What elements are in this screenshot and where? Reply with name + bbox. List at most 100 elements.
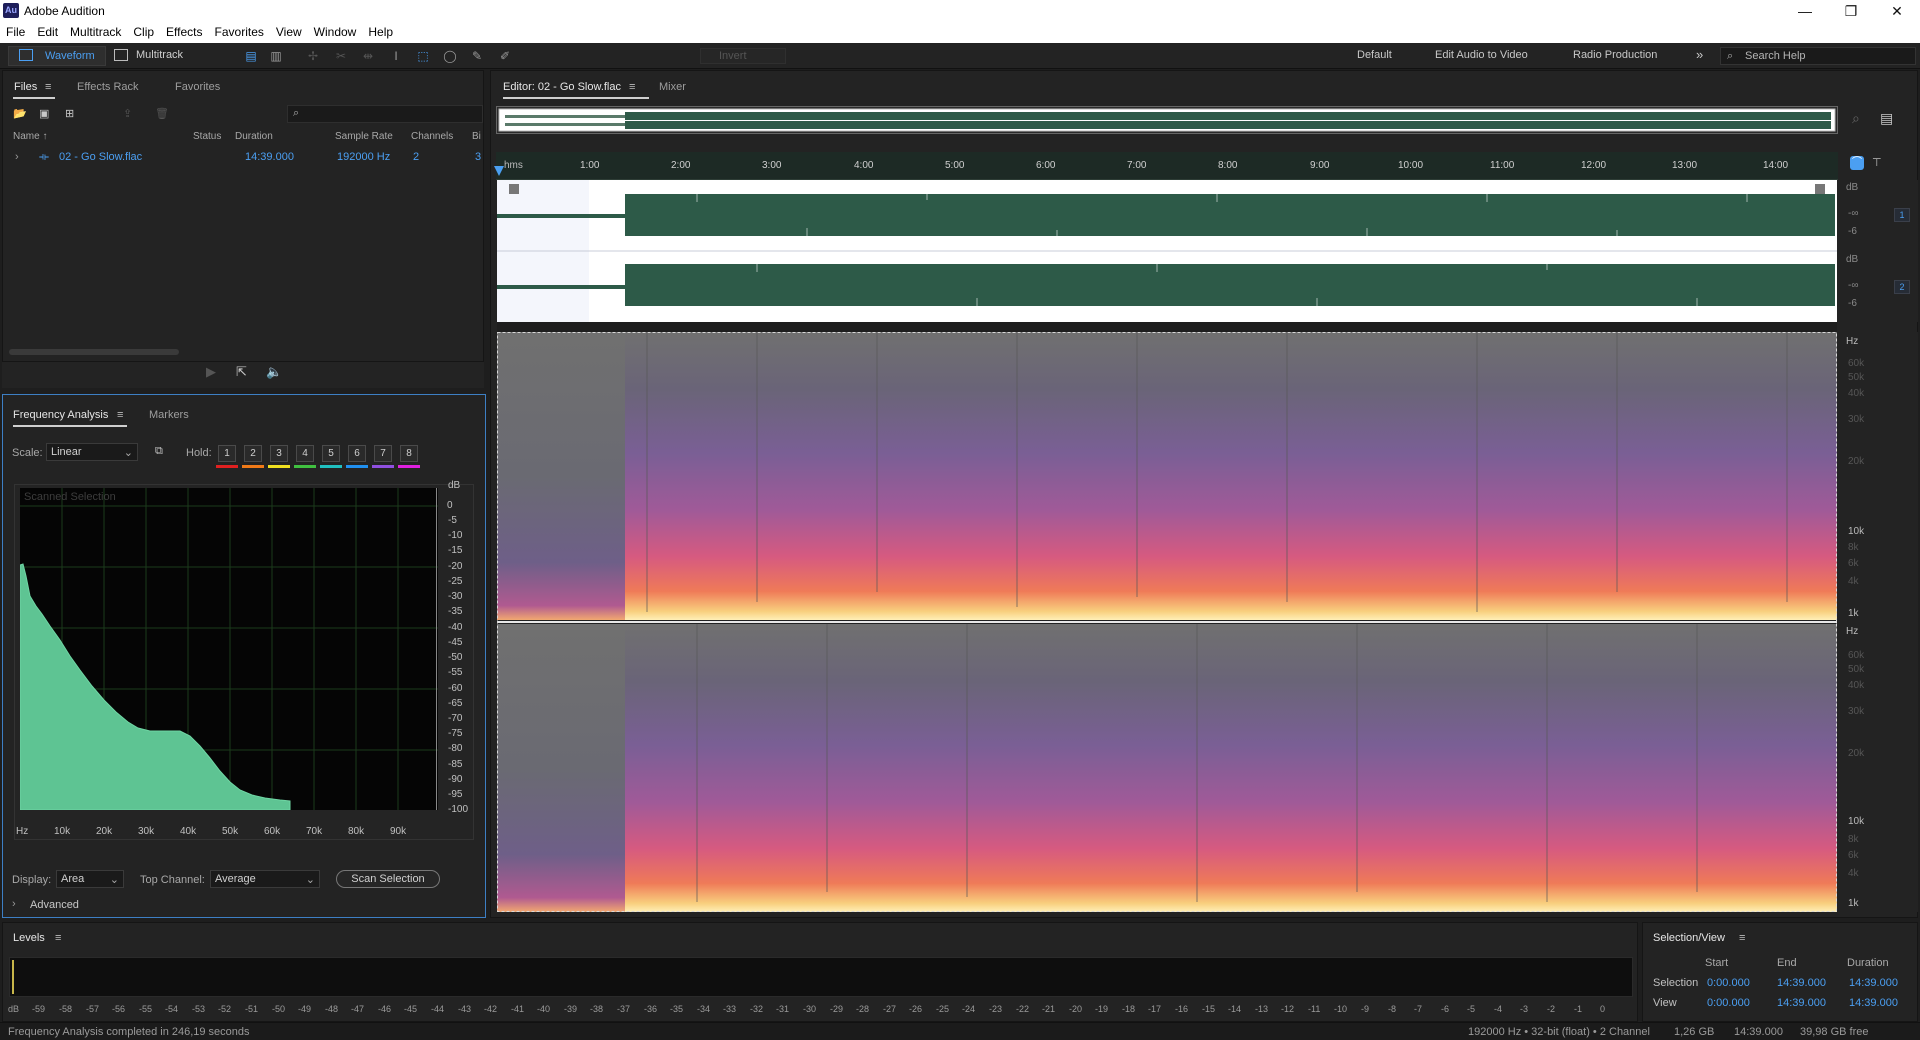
- minimize-button[interactable]: —: [1782, 0, 1828, 22]
- fade-in-handle[interactable]: [509, 184, 519, 194]
- hold-button-7[interactable]: 7: [374, 445, 392, 462]
- brush-tool-icon[interactable]: ✎: [469, 48, 485, 64]
- display-select[interactable]: Area ⌄: [56, 870, 124, 888]
- hold-color-8: [398, 465, 420, 468]
- files-panel-menu-icon[interactable]: ≡: [45, 81, 51, 93]
- delete-icon[interactable]: 🗑: [155, 107, 169, 120]
- selection-view-menu-icon[interactable]: ≡: [1739, 932, 1745, 944]
- column-channels[interactable]: Channels: [411, 131, 453, 142]
- tab-mixer[interactable]: Mixer: [659, 81, 686, 93]
- hold-button-2[interactable]: 2: [244, 445, 262, 462]
- menu-clip[interactable]: Clip: [127, 22, 160, 39]
- editor-panel-menu-icon[interactable]: ≡: [629, 81, 635, 93]
- workspace-edit-audio-to-video[interactable]: Edit Audio to Video: [1435, 49, 1528, 61]
- menu-favorites[interactable]: Favorites: [209, 22, 270, 39]
- level-tick: -5: [1467, 1004, 1476, 1014]
- selection-duration[interactable]: 14:39.000: [1849, 977, 1898, 989]
- more-workspaces-button[interactable]: »: [1696, 47, 1703, 62]
- column-name[interactable]: Name ↑: [13, 131, 47, 142]
- level-tick: 0: [1600, 1004, 1606, 1014]
- view-start[interactable]: 0:00.000: [1707, 997, 1750, 1009]
- tab-files[interactable]: Files: [14, 81, 37, 93]
- import-file-icon[interactable]: ▣: [39, 107, 49, 120]
- scan-selection-button[interactable]: Scan Selection: [336, 870, 440, 888]
- export-icon[interactable]: ⇱: [236, 364, 247, 380]
- snap-icon[interactable]: ⌒: [1850, 156, 1864, 170]
- slip-tool-icon[interactable]: ⇹: [360, 48, 376, 64]
- tab-favorites[interactable]: Favorites: [175, 81, 220, 93]
- advanced-options-icon[interactable]: ⧉: [155, 445, 163, 458]
- menu-file[interactable]: File: [0, 22, 31, 39]
- chevron-right-icon[interactable]: ›: [12, 898, 16, 910]
- workspace-default[interactable]: Default: [1357, 49, 1392, 61]
- column-status[interactable]: Status: [193, 131, 221, 142]
- hz-label: 50k: [1848, 664, 1865, 675]
- waveform-view-button[interactable]: Waveform: [8, 46, 106, 66]
- table-row[interactable]: › ⟛ 02 - Go Slow.flac 14:39.000 192000 H…: [3, 151, 483, 165]
- spectral-display-icon[interactable]: ▤: [243, 48, 259, 64]
- view-duration[interactable]: 14:39.000: [1849, 997, 1898, 1009]
- menu-effects[interactable]: Effects: [160, 22, 208, 39]
- waveform-divider[interactable]: [497, 322, 1837, 332]
- tab-frequency-analysis[interactable]: Frequency Analysis: [13, 409, 108, 421]
- search-help-input[interactable]: ⌕ Search Help: [1720, 47, 1916, 65]
- speaker-icon[interactable]: 🔈: [266, 364, 282, 380]
- files-search-input[interactable]: ⌕: [287, 105, 483, 123]
- marker-pin-icon[interactable]: ⊤: [1872, 156, 1882, 169]
- menu-multitrack[interactable]: Multitrack: [64, 22, 127, 39]
- column-bits[interactable]: Bi: [472, 131, 481, 142]
- frequency-panel-menu-icon[interactable]: ≡: [117, 409, 123, 421]
- hold-button-5[interactable]: 5: [322, 445, 340, 462]
- tab-markers[interactable]: Markers: [149, 409, 189, 421]
- close-button[interactable]: ✕: [1874, 0, 1920, 22]
- menu-edit[interactable]: Edit: [31, 22, 64, 39]
- tab-editor[interactable]: Editor: 02 - Go Slow.flac: [503, 81, 621, 93]
- spectral-toggle-icon[interactable]: ▤: [1880, 110, 1893, 127]
- level-tick: -24: [962, 1004, 976, 1014]
- open-file-icon[interactable]: 📂: [13, 107, 27, 120]
- levels-panel-menu-icon[interactable]: ≡: [55, 932, 61, 944]
- hold-button-1[interactable]: 1: [218, 445, 236, 462]
- new-file-icon[interactable]: ⊞: [65, 107, 74, 120]
- spot-healing-tool-icon[interactable]: ✐: [497, 48, 513, 64]
- tab-effects-rack[interactable]: Effects Rack: [77, 81, 139, 93]
- time-ruler[interactable]: [496, 152, 1838, 180]
- level-tick: -53: [192, 1004, 206, 1014]
- marquee-tool-icon[interactable]: ⬚: [415, 48, 431, 64]
- move-tool-icon[interactable]: ✢: [305, 48, 321, 64]
- multitrack-view-button[interactable]: Multitrack: [108, 46, 196, 66]
- hold-button-8[interactable]: 8: [400, 445, 418, 462]
- time-selection-tool-icon[interactable]: I: [388, 48, 404, 64]
- selection-start[interactable]: 0:00.000: [1707, 977, 1750, 989]
- lasso-tool-icon[interactable]: ◯: [442, 48, 458, 64]
- zoom-icon[interactable]: ⌕: [1852, 110, 1860, 127]
- scale-select[interactable]: Linear ⌄: [46, 443, 138, 461]
- channel-1-badge[interactable]: 1: [1894, 208, 1910, 222]
- fade-out-handle[interactable]: [1815, 184, 1825, 194]
- top-channel-select[interactable]: Average ⌄: [210, 870, 320, 888]
- advanced-toggle[interactable]: Advanced: [30, 899, 79, 911]
- pitch-display-icon[interactable]: ▥: [268, 48, 284, 64]
- column-sample-rate[interactable]: Sample Rate: [335, 131, 393, 142]
- column-duration[interactable]: Duration: [235, 131, 273, 142]
- maximize-button[interactable]: ❐: [1828, 0, 1874, 22]
- hold-button-3[interactable]: 3: [270, 445, 288, 462]
- selection-end[interactable]: 14:39.000: [1777, 977, 1826, 989]
- razor-tool-icon[interactable]: ✂: [333, 48, 349, 64]
- hold-button-4[interactable]: 4: [296, 445, 314, 462]
- overview-navigator[interactable]: [496, 106, 1838, 134]
- horizontal-scrollbar[interactable]: [9, 349, 179, 355]
- invert-button[interactable]: Invert: [700, 48, 786, 64]
- menu-window[interactable]: Window: [308, 22, 363, 39]
- hold-button-6[interactable]: 6: [348, 445, 366, 462]
- insert-into-multitrack-icon[interactable]: ⇪: [123, 107, 132, 120]
- play-icon[interactable]: ▶: [206, 364, 216, 380]
- menu-view[interactable]: View: [270, 22, 308, 39]
- chevron-right-icon[interactable]: ›: [15, 151, 19, 163]
- hz-tick: 20k: [96, 826, 113, 837]
- channel-2-badge[interactable]: 2: [1894, 280, 1910, 294]
- menu-help[interactable]: Help: [362, 22, 399, 39]
- level-tick: -40: [537, 1004, 551, 1014]
- workspace-radio-production[interactable]: Radio Production: [1573, 49, 1657, 61]
- view-end[interactable]: 14:39.000: [1777, 997, 1826, 1009]
